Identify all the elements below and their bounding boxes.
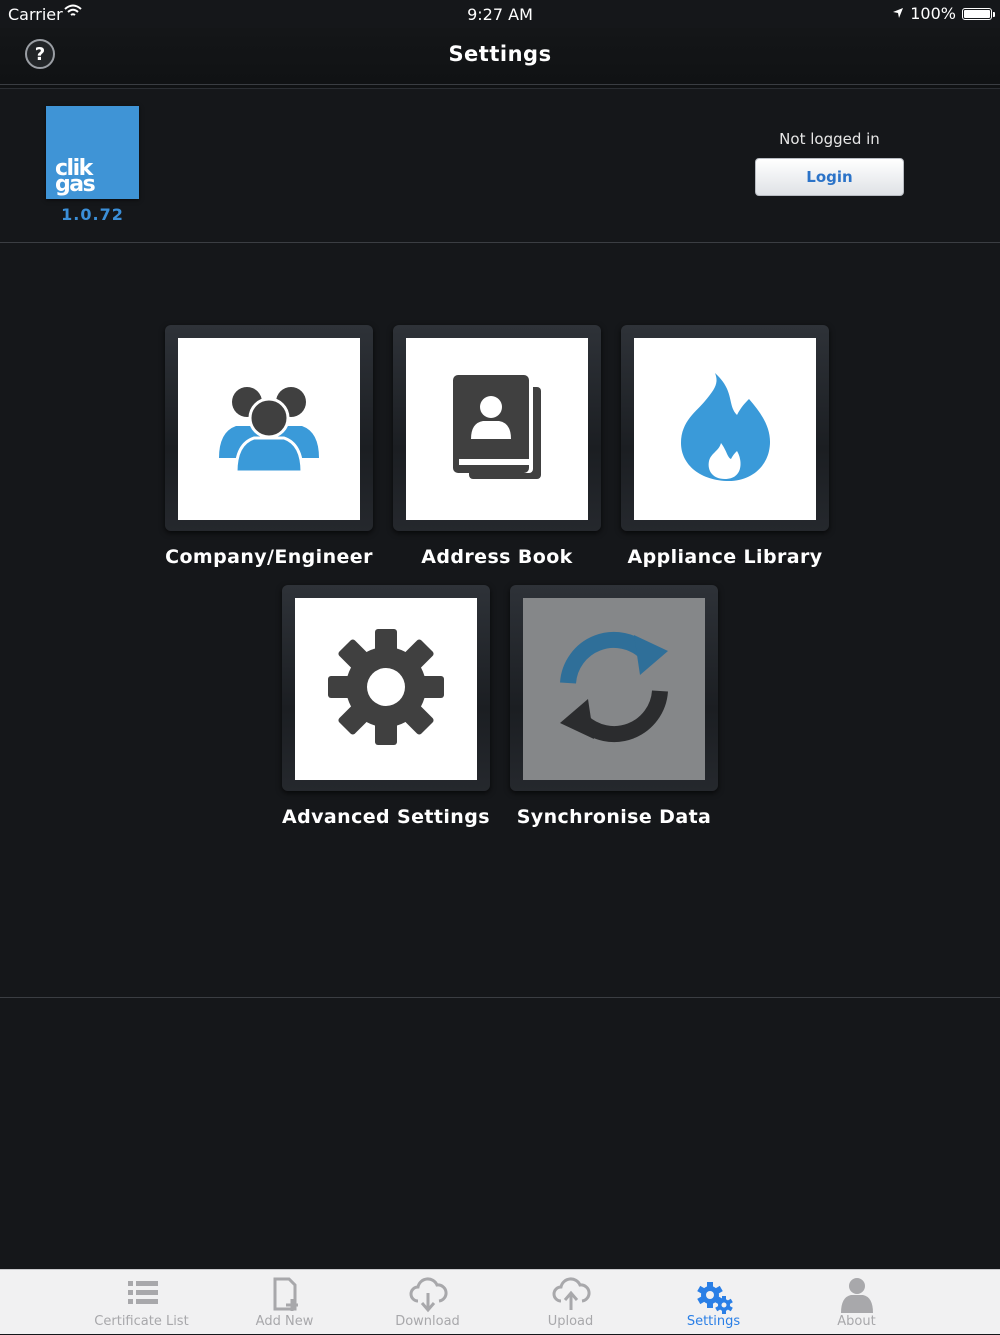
gears-icon bbox=[694, 1275, 734, 1315]
sync-icon bbox=[554, 627, 674, 751]
synchronise-data-tile[interactable] bbox=[510, 585, 718, 791]
flame-icon bbox=[675, 371, 775, 487]
address-book-icon bbox=[449, 373, 545, 485]
tile-label-advanced-settings: Advanced Settings bbox=[282, 806, 490, 828]
appliance-library-tile[interactable] bbox=[621, 325, 829, 531]
tab-about[interactable]: About bbox=[785, 1270, 928, 1335]
location-arrow-icon bbox=[892, 4, 904, 23]
tab-label: About bbox=[837, 1314, 876, 1329]
battery-percent: 100% bbox=[910, 4, 956, 23]
page-title: Settings bbox=[448, 42, 552, 66]
app-logo: clik gas bbox=[46, 106, 139, 199]
company-engineer-tile[interactable] bbox=[165, 325, 373, 531]
app-version: 1.0.72 bbox=[61, 205, 124, 224]
header-divider bbox=[0, 242, 1000, 243]
cloud-upload-icon bbox=[551, 1275, 591, 1315]
person-icon bbox=[837, 1275, 877, 1315]
tab-label: Settings bbox=[686, 1314, 741, 1329]
cloud-download-icon bbox=[408, 1275, 448, 1315]
tab-certificate-list[interactable]: Certificate List bbox=[70, 1270, 213, 1335]
battery-icon bbox=[962, 7, 995, 20]
tab-label: Upload bbox=[547, 1314, 594, 1329]
list-icon bbox=[122, 1275, 162, 1315]
login-status: Not logged in bbox=[779, 130, 880, 148]
navbar-divider bbox=[0, 84, 1000, 89]
tab-settings[interactable]: Settings bbox=[642, 1270, 785, 1335]
clock: 9:27 AM bbox=[467, 5, 533, 24]
tab-upload[interactable]: Upload bbox=[499, 1270, 642, 1335]
tab-label: Add New bbox=[255, 1314, 314, 1329]
address-book-tile[interactable] bbox=[393, 325, 601, 531]
tile-label-company-engineer: Company/Engineer bbox=[165, 546, 373, 568]
logo-text-line2: gas bbox=[55, 172, 96, 197]
tab-download[interactable]: Download bbox=[356, 1270, 499, 1335]
login-button[interactable]: Login bbox=[755, 158, 904, 196]
tile-label-appliance-library: Appliance Library bbox=[627, 546, 823, 568]
users-icon bbox=[214, 380, 324, 479]
tile-label-synchronise-data: Synchronise Data bbox=[516, 806, 712, 828]
gear-icon bbox=[326, 627, 446, 751]
tile-label-address-book: Address Book bbox=[421, 546, 573, 568]
status-bar: Carrier 9:27 AM 100% bbox=[0, 0, 1000, 28]
add-document-icon bbox=[265, 1275, 305, 1315]
tab-label: Certificate List bbox=[94, 1314, 189, 1329]
advanced-settings-tile[interactable] bbox=[282, 585, 490, 791]
tab-add-new[interactable]: Add New bbox=[213, 1270, 356, 1335]
tab-bar: Certificate List Add New Download Upload bbox=[0, 1269, 1000, 1334]
tab-label: Download bbox=[395, 1314, 460, 1329]
content-divider bbox=[0, 997, 1000, 998]
navigation-bar: ? Settings bbox=[0, 28, 1000, 84]
